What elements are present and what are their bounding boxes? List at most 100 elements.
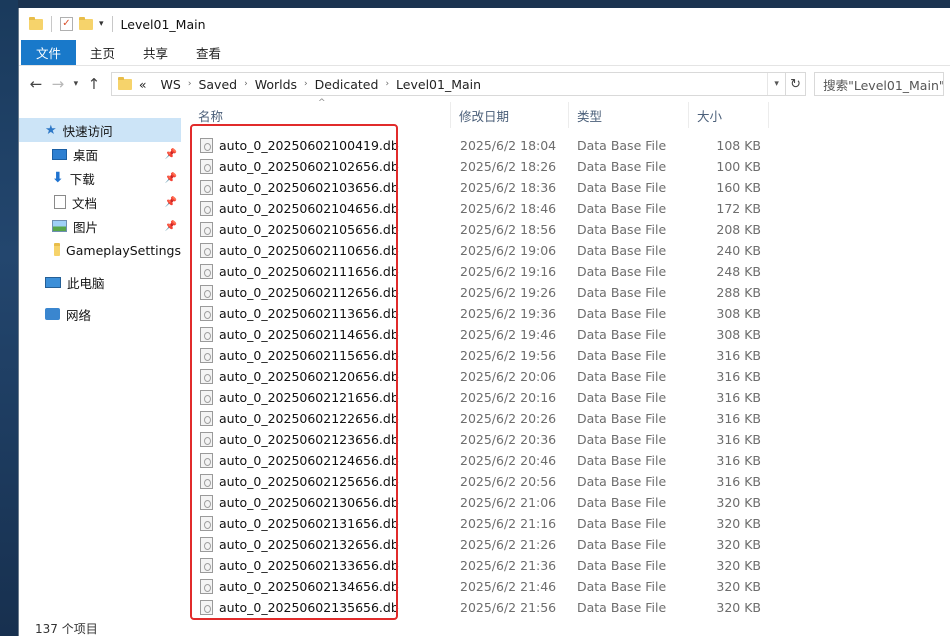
file-name-cell[interactable]: auto_0_20250602104656.db [181,201,451,216]
file-size: 320 KB [716,600,761,615]
overflow-chevron-icon[interactable]: « [132,77,154,92]
table-row[interactable]: auto_0_20250602100419.db 2025/6/2 18:04 Da… [181,135,769,156]
file-name: auto_0_20250602110656.db [219,243,399,258]
table-row[interactable]: auto_0_20250602115656.db 2025/6/2 19:56 Da… [181,345,769,366]
file-name-cell[interactable]: auto_0_20250602110656.db [181,243,451,258]
file-name-cell[interactable]: auto_0_20250602135656.db [181,600,451,615]
column-header-name[interactable]: 名称 [181,102,451,128]
navigation-pane: ★ 快速访问 桌面 📌 ⬇ 下载 📌 文档 📌 图片 📌 GameplaySet… [19,102,181,622]
file-name-cell[interactable]: auto_0_20250602133656.db [181,558,451,573]
file-name-cell[interactable]: auto_0_20250602112656.db [181,285,451,300]
customize-dropdown-icon[interactable]: ▾ [99,19,104,29]
file-name: auto_0_20250602121656.db [219,390,399,405]
table-row[interactable]: auto_0_20250602120656.db 2025/6/2 20:06 Da… [181,366,769,387]
table-row[interactable]: auto_0_20250602111656.db 2025/6/2 19:16 Da… [181,261,769,282]
forward-arrow-icon[interactable]: → [47,75,69,93]
tab-home[interactable]: 主页 [76,40,129,65]
file-name-cell[interactable]: auto_0_20250602134656.db [181,579,451,594]
file-type: Data Base File [577,558,667,573]
breadcrumb-ws[interactable]: WS [154,77,188,92]
column-header-date[interactable]: 修改日期 [451,102,569,128]
file-name-cell[interactable]: auto_0_20250602120656.db [181,369,451,384]
file-name-cell[interactable]: auto_0_20250602123656.db [181,432,451,447]
breadcrumb-dedicated[interactable]: Dedicated [308,77,386,92]
recent-locations-chevron-icon[interactable]: ▾ [69,79,83,89]
table-row[interactable]: auto_0_20250602135656.db 2025/6/2 21:56 Da… [181,597,769,618]
sidebar-item-network[interactable]: 网络 [19,302,181,326]
file-type: Data Base File [577,537,667,552]
tab-share[interactable]: 共享 [129,40,182,65]
column-header-type[interactable]: 类型 [569,102,689,128]
table-row[interactable]: auto_0_20250602104656.db 2025/6/2 18:46 Da… [181,198,769,219]
file-name: auto_0_20250602115656.db [219,348,399,363]
file-name-cell[interactable]: auto_0_20250602113656.db [181,306,451,321]
sidebar-item-this-pc[interactable]: 此电脑 [19,270,181,294]
file-name-cell[interactable]: auto_0_20250602124656.db [181,453,451,468]
search-input[interactable]: 搜索"Level01_Main" [814,72,944,96]
file-name-cell[interactable]: auto_0_20250602131656.db [181,516,451,531]
tab-file[interactable]: 文件 [21,40,77,65]
file-name: auto_0_20250602123656.db [219,432,399,447]
table-row[interactable]: auto_0_20250602102656.db 2025/6/2 18:26 Da… [181,156,769,177]
file-size: 316 KB [716,390,761,405]
file-name-cell[interactable]: auto_0_20250602125656.db [181,474,451,489]
file-explorer-window: ✓ ▾ Level01_Main 文件 主页 共享 查看 ← → ▾ ↑ « W… [18,8,950,636]
tab-view[interactable]: 查看 [182,40,235,65]
file-name: auto_0_20250602103656.db [219,180,399,195]
back-arrow-icon[interactable]: ← [25,75,47,93]
table-row[interactable]: auto_0_20250602123656.db 2025/6/2 20:36 Da… [181,429,769,450]
breadcrumb-level01-main[interactable]: Level01_Main [389,77,488,92]
file-name-cell[interactable]: auto_0_20250602111656.db [181,264,451,279]
file-name-cell[interactable]: auto_0_20250602121656.db [181,390,451,405]
address-bar[interactable]: « WS › Saved › Worlds › Dedicated › Leve… [110,72,787,96]
file-name-cell[interactable]: auto_0_20250602132656.db [181,537,451,552]
breadcrumb-worlds[interactable]: Worlds [248,77,304,92]
up-arrow-icon[interactable]: ↑ [83,75,105,93]
table-row[interactable]: auto_0_20250602113656.db 2025/6/2 19:36 Da… [181,303,769,324]
file-name-cell[interactable]: auto_0_20250602130656.db [181,495,451,510]
properties-icon[interactable]: ✓ [60,17,73,31]
file-name-cell[interactable]: auto_0_20250602102656.db [181,159,451,174]
new-folder-icon[interactable] [79,16,93,30]
file-name: auto_0_20250602105656.db [219,222,399,237]
table-row[interactable]: auto_0_20250602112656.db 2025/6/2 19:26 Da… [181,282,769,303]
column-header-size[interactable]: 大小 [689,102,769,128]
table-row[interactable]: auto_0_20250602133656.db 2025/6/2 21:36 Da… [181,555,769,576]
file-name: auto_0_20250602131656.db [219,516,399,531]
table-row[interactable]: auto_0_20250602125656.db 2025/6/2 20:56 Da… [181,471,769,492]
breadcrumb-saved[interactable]: Saved [191,77,244,92]
table-row[interactable]: auto_0_20250602124656.db 2025/6/2 20:46 Da… [181,450,769,471]
sidebar-item-pictures[interactable]: 图片 📌 [19,214,181,238]
table-row[interactable]: auto_0_20250602132656.db 2025/6/2 21:26 Da… [181,534,769,555]
table-row[interactable]: auto_0_20250602114656.db 2025/6/2 19:46 Da… [181,324,769,345]
address-dropdown-icon[interactable]: ▾ [767,73,785,95]
file-name-cell[interactable]: auto_0_20250602100419.db [181,138,451,153]
file-name-cell[interactable]: auto_0_20250602122656.db [181,411,451,426]
table-row[interactable]: auto_0_20250602134656.db 2025/6/2 21:46 Da… [181,576,769,597]
file-name-cell[interactable]: auto_0_20250602114656.db [181,327,451,342]
file-name-cell[interactable]: auto_0_20250602103656.db [181,180,451,195]
file-date: 2025/6/2 20:26 [460,411,557,426]
file-name: auto_0_20250602102656.db [219,159,399,174]
file-date: 2025/6/2 19:26 [460,285,557,300]
table-row[interactable]: auto_0_20250602130656.db 2025/6/2 21:06 Da… [181,492,769,513]
folder-icon [117,76,132,90]
file-date: 2025/6/2 21:36 [460,558,557,573]
sidebar-item-documents[interactable]: 文档 📌 [19,190,181,214]
sidebar-item-quick-access[interactable]: ★ 快速访问 [19,118,181,142]
sort-ascending-icon: ^ [318,98,326,108]
sidebar-item-downloads[interactable]: ⬇ 下载 📌 [19,166,181,190]
sidebar-item-desktop[interactable]: 桌面 📌 [19,142,181,166]
refresh-icon[interactable]: ↻ [786,72,807,96]
file-name: auto_0_20250602125656.db [219,474,399,489]
table-row[interactable]: auto_0_20250602121656.db 2025/6/2 20:16 Da… [181,387,769,408]
table-row[interactable]: auto_0_20250602131656.db 2025/6/2 21:16 Da… [181,513,769,534]
sidebar-item-gameplaysettings[interactable]: GameplaySettings [19,238,181,262]
table-row[interactable]: auto_0_20250602110656.db 2025/6/2 19:06 Da… [181,240,769,261]
file-name-cell[interactable]: auto_0_20250602115656.db [181,348,451,363]
table-row[interactable]: auto_0_20250602122656.db 2025/6/2 20:26 Da… [181,408,769,429]
file-date: 2025/6/2 21:06 [460,495,557,510]
table-row[interactable]: auto_0_20250602103656.db 2025/6/2 18:36 Da… [181,177,769,198]
file-name-cell[interactable]: auto_0_20250602105656.db [181,222,451,237]
table-row[interactable]: auto_0_20250602105656.db 2025/6/2 18:56 Da… [181,219,769,240]
